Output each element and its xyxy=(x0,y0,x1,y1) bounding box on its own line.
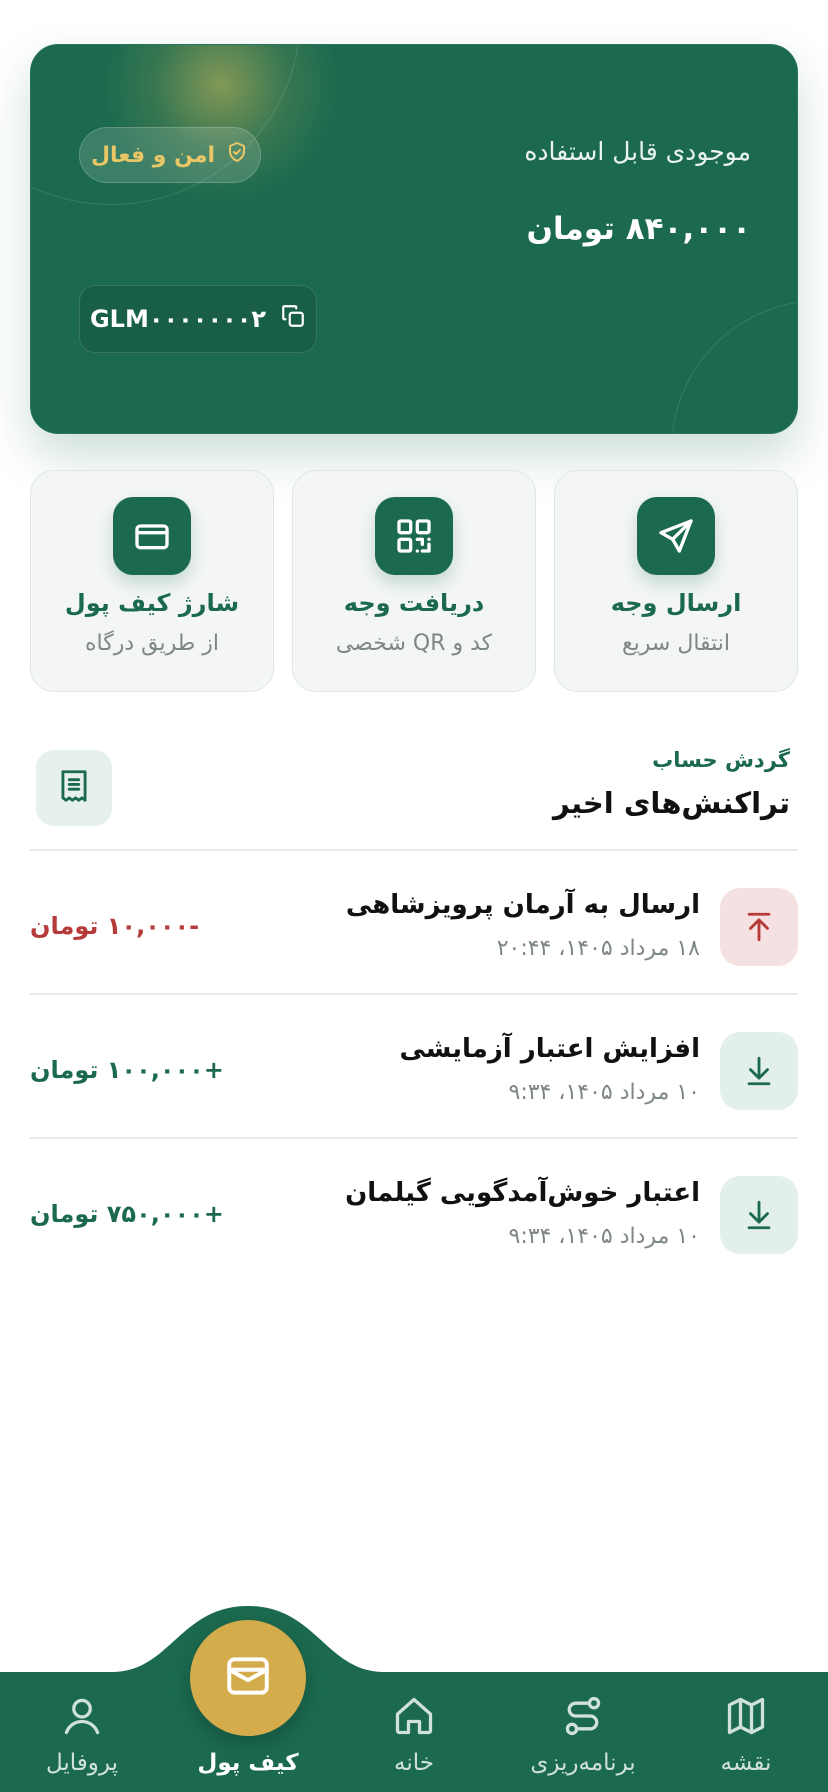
nav-item-label: برنامه‌ریزی xyxy=(530,1750,636,1776)
receipt-icon xyxy=(55,767,93,809)
balance-amount: ۸۴۰,۰۰۰ تومان xyxy=(526,211,751,247)
nav-item-wallet[interactable]: کیف پول xyxy=(178,1690,318,1776)
divider xyxy=(30,1137,798,1139)
transaction-row[interactable]: افزایش اعتبار آزمایشی ۱۰ مرداد ۱۴۰۵، ۹:۳… xyxy=(30,1006,798,1126)
send-money-title: ارسال وجه xyxy=(610,589,742,617)
transaction-name: ارسال به آرمان پرویزشاهی xyxy=(345,890,700,920)
transactions-title: تراکنش‌های اخیر xyxy=(553,786,790,820)
nav-item-profile[interactable]: پروفایل xyxy=(12,1690,152,1776)
wallet-id-text: GLM۰۰۰۰۰۰۰۲ xyxy=(89,305,267,333)
qr-code-icon xyxy=(375,497,453,575)
nav-item-label: نقشه xyxy=(720,1750,772,1776)
transaction-amount: -۱۰,۰۰۰ تومان xyxy=(30,912,200,940)
transaction-name: اعتبار خوش‌آمدگویی گیلمان xyxy=(345,1178,700,1208)
route-icon xyxy=(513,1690,653,1742)
user-icon xyxy=(12,1690,152,1742)
arrow-up-icon xyxy=(720,888,798,966)
send-icon xyxy=(637,497,715,575)
send-money-button[interactable]: ارسال وجه انتقال سریع xyxy=(554,470,798,692)
nav-item-planning[interactable]: برنامه‌ریزی xyxy=(513,1690,653,1776)
download-icon xyxy=(720,1032,798,1110)
receive-money-button[interactable]: دریافت وجه کد و QR شخصی xyxy=(292,470,536,692)
statement-button[interactable] xyxy=(36,750,112,826)
credit-card-icon xyxy=(113,497,191,575)
transaction-amount: +۷۵۰,۰۰۰ تومان xyxy=(30,1200,224,1228)
home-icon xyxy=(344,1690,484,1742)
transaction-date: ۱۸ مرداد ۱۴۰۵، ۲۰:۴۴ xyxy=(496,936,700,961)
divider xyxy=(30,993,798,995)
nav-item-label: پروفایل xyxy=(45,1750,119,1776)
shield-check-icon xyxy=(225,140,249,170)
bottom-navigation: نقشه برنامه‌ریزی خانه xyxy=(0,1604,828,1792)
transaction-name: افزایش اعتبار آزمایشی xyxy=(399,1034,700,1064)
nav-item-home[interactable]: خانه xyxy=(344,1690,484,1776)
secure-status-badge: امن و فعال xyxy=(79,127,261,183)
nav-item-label: خانه xyxy=(394,1750,434,1776)
transaction-date: ۱۰ مرداد ۱۴۰۵، ۹:۳۴ xyxy=(508,1224,701,1249)
transaction-row[interactable]: ارسال به آرمان پرویزشاهی ۱۸ مرداد ۱۴۰۵، … xyxy=(30,862,798,982)
top-up-title: شارژ کیف پول xyxy=(64,589,240,617)
secure-badge-label: امن و فعال xyxy=(90,142,216,168)
wallet-id-copy-button[interactable]: GLM۰۰۰۰۰۰۰۲ xyxy=(79,285,317,353)
transaction-amount: +۱۰۰,۰۰۰ تومان xyxy=(30,1056,224,1084)
copy-icon xyxy=(280,303,306,335)
download-icon xyxy=(720,1176,798,1254)
wallet-screen: موجودی قابل استفاده ۸۴۰,۰۰۰ تومان امن و … xyxy=(0,0,828,1792)
balance-label: موجودی قابل استفاده xyxy=(524,137,751,166)
top-up-subtitle: از طریق درگاه xyxy=(85,631,219,656)
transaction-date: ۱۰ مرداد ۱۴۰۵، ۹:۳۴ xyxy=(508,1080,701,1105)
transaction-row[interactable]: اعتبار خوش‌آمدگویی گیلمان ۱۰ مرداد ۱۴۰۵،… xyxy=(30,1150,798,1270)
receive-money-subtitle: کد و QR شخصی xyxy=(335,631,493,656)
top-up-wallet-button[interactable]: شارژ کیف پول از طریق درگاه xyxy=(30,470,274,692)
divider xyxy=(30,849,798,851)
nav-item-map[interactable]: نقشه xyxy=(676,1690,816,1776)
receive-money-title: دریافت وجه xyxy=(343,589,485,617)
transactions-subtitle: گردش حساب xyxy=(652,748,790,772)
send-money-subtitle: انتقال سریع xyxy=(621,631,731,656)
balance-card: موجودی قابل استفاده ۸۴۰,۰۰۰ تومان امن و … xyxy=(30,44,798,434)
nav-item-label: کیف پول xyxy=(197,1750,299,1776)
map-icon xyxy=(676,1690,816,1742)
quick-actions: ارسال وجه انتقال سریع دریافت وجه کد و QR… xyxy=(30,470,798,692)
